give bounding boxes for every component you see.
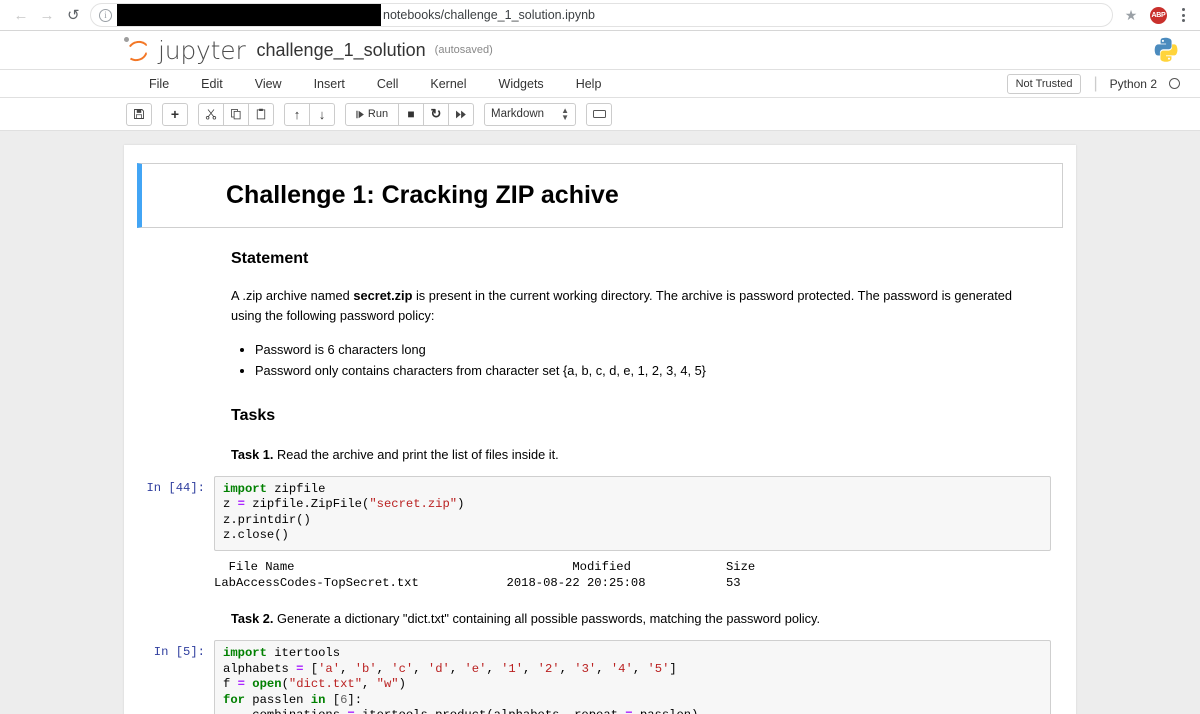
code-cell-1[interactable]: In [44]: import zipfile z = zipfile.ZipF… [136, 475, 1064, 551]
task-1-text: Read the archive and print the list of f… [273, 446, 559, 462]
kernel-name-label: Python 2 [1109, 76, 1157, 91]
menu-cell[interactable]: Cell [361, 70, 415, 98]
run-icon [356, 110, 364, 118]
chevron-updown-icon: ▲ ▼ [561, 106, 569, 122]
adblock-extension-icon[interactable]: ABP [1150, 6, 1167, 24]
jupyter-logo-icon [124, 36, 151, 64]
menu-help[interactable]: Help [560, 70, 618, 98]
cell-2-editor[interactable]: import itertools alphabets = ['a', 'b', … [214, 640, 1051, 714]
markdown-cell-title[interactable]: Challenge 1: Cracking ZIP achive [137, 163, 1063, 228]
menu-edit[interactable]: Edit [185, 70, 239, 98]
floppy-disk-icon [134, 109, 144, 119]
site-info-icon[interactable]: i [99, 8, 112, 22]
list-item: Password only contains characters from c… [255, 360, 1039, 381]
arrow-down-icon: ↓ [318, 106, 326, 122]
url-text: notebooks/challenge_1_solution.ipynb [383, 8, 595, 22]
arrow-up-icon: ↑ [293, 106, 301, 122]
menu-bar: File Edit View Insert Cell Kernel Widget… [0, 70, 1200, 98]
menu-view[interactable]: View [239, 70, 298, 98]
fast-forward-icon [455, 110, 466, 118]
trust-status-button[interactable]: Not Trusted [1006, 73, 1082, 94]
output-prompt-spacer [136, 557, 214, 591]
run-cell-button[interactable]: Run [345, 102, 399, 126]
task-2-text: Generate a dictionary "dict.txt" contain… [273, 611, 821, 627]
back-icon[interactable]: ← [8, 2, 34, 28]
task-1-label: Task 1. [231, 446, 274, 462]
code-cell-2[interactable]: In [5]: import itertools alphabets = ['a… [136, 640, 1064, 714]
browser-toolbar: ← → ↻ i notebooks/challenge_1_solution.i… [0, 0, 1200, 31]
markdown-cell-statement[interactable]: Statement A .zip archive named secret.zi… [136, 250, 1064, 462]
command-palette-button[interactable] [586, 102, 612, 126]
cell-1-prompt: In [44]: [146, 480, 205, 495]
restart-icon: ↻ [430, 106, 442, 121]
cell-2-prompt: In [5]: [153, 645, 205, 660]
copy-icon [231, 109, 241, 120]
reload-icon[interactable]: ↻ [60, 2, 86, 28]
task-2-description: Task 2. Generate a dictionary "dict.txt"… [231, 611, 1039, 626]
forward-icon[interactable]: → [34, 2, 60, 28]
menu-divider: | [1093, 74, 1098, 92]
move-cell-down-button[interactable]: ↓ [309, 102, 335, 126]
kernel-idle-icon[interactable] [1169, 78, 1180, 89]
paste-icon [256, 108, 266, 120]
stop-square-icon: ■ [407, 107, 415, 121]
markdown-cell-task2[interactable]: Task 2. Generate a dictionary "dict.txt"… [136, 611, 1064, 626]
browser-menu-icon[interactable] [1174, 8, 1192, 22]
bookmark-star-icon[interactable]: ★ [1119, 7, 1143, 24]
python-logo-icon [1152, 36, 1180, 64]
notebook-name[interactable]: challenge_1_solution [257, 40, 426, 61]
task-2-label: Task 2. [231, 611, 274, 627]
list-item: Password is 6 characters long [255, 339, 1039, 360]
cell-type-value: Markdown [491, 108, 545, 120]
notebook-toolbar: + ↑ ↓ Run ■ ↻ Markdown ▲ ▼ [0, 98, 1200, 131]
keyboard-icon [592, 110, 606, 118]
interrupt-kernel-button[interactable]: ■ [398, 102, 424, 126]
address-bar[interactable]: i notebooks/challenge_1_solution.ipynb [90, 3, 1113, 27]
restart-and-run-all-button[interactable] [448, 102, 474, 126]
copy-cell-button[interactable] [223, 102, 249, 126]
page-title: Challenge 1: Cracking ZIP achive [226, 181, 619, 209]
password-policy-list: Password is 6 characters long Password o… [231, 339, 1039, 381]
restart-kernel-button[interactable]: ↻ [423, 102, 449, 126]
jupyter-wordmark: jupyter [158, 35, 246, 65]
scissors-icon [205, 109, 217, 120]
secret-zip-filename: secret.zip [353, 288, 413, 303]
task-1-description: Task 1. Read the archive and print the l… [231, 447, 1039, 462]
move-cell-up-button[interactable]: ↑ [284, 102, 310, 126]
statement-text-pre: A .zip archive named [231, 288, 354, 303]
save-button[interactable] [126, 102, 152, 126]
cell-1-source: import zipfile z = zipfile.ZipFile("secr… [223, 481, 465, 543]
url-redaction-block [117, 4, 381, 26]
jupyter-logo-link[interactable]: jupyter [124, 36, 246, 65]
notebook-header: jupyter challenge_1_solution (autosaved) [0, 31, 1200, 70]
cell-1-output-text: File Name Modified Size LabAccessCodes-T… [214, 559, 756, 591]
notebook-container: Challenge 1: Cracking ZIP achive Stateme… [124, 145, 1076, 714]
run-label: Run [367, 108, 389, 120]
statement-paragraph: A .zip archive named secret.zip is prese… [231, 286, 1039, 326]
cell-type-select[interactable]: Markdown ▲ ▼ [484, 102, 576, 126]
menu-insert[interactable]: Insert [298, 70, 361, 98]
notebook-page: Challenge 1: Cracking ZIP achive Stateme… [0, 131, 1200, 714]
menu-widgets[interactable]: Widgets [483, 70, 560, 98]
menu-kernel[interactable]: Kernel [414, 70, 482, 98]
cut-cell-button[interactable] [198, 102, 224, 126]
menu-file[interactable]: File [133, 70, 185, 98]
tasks-heading: Tasks [231, 406, 276, 424]
plus-icon: + [170, 106, 180, 122]
code-cell-1-output: File Name Modified Size LabAccessCodes-T… [136, 557, 1064, 591]
insert-cell-button[interactable]: + [162, 102, 188, 126]
statement-heading: Statement [231, 250, 309, 267]
cell-1-editor[interactable]: import zipfile z = zipfile.ZipFile("secr… [214, 475, 1051, 551]
save-status: (autosaved) [434, 44, 493, 56]
cell-2-source: import itertools alphabets = ['a', 'b', … [223, 646, 698, 714]
paste-cell-button[interactable] [248, 102, 274, 126]
